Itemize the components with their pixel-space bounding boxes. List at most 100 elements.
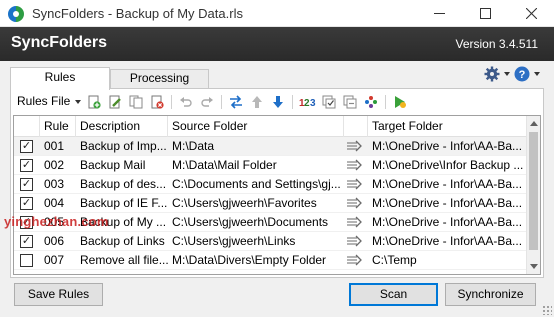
rules-file-label: Rules File: [17, 94, 71, 108]
rule-enabled-checkbox[interactable]: ✓: [20, 197, 33, 210]
gear-icon: [484, 66, 500, 82]
target-folder-cell: C:\Temp: [372, 253, 417, 267]
rule-enabled-checkbox[interactable]: ✓: [20, 140, 33, 153]
rule-number-cell: 007: [44, 253, 65, 267]
syncfolders-app-icon: [8, 6, 24, 22]
table-row[interactable]: ✓ 002 Backup Mail M:\Data\Mail Folder M:\One…: [14, 156, 526, 175]
column-header-check[interactable]: [14, 116, 40, 137]
select-icon[interactable]: [343, 95, 357, 109]
help-menu-button[interactable]: ?: [512, 66, 542, 82]
add-rule-icon[interactable]: [87, 95, 101, 109]
column-header-direction[interactable]: [344, 116, 368, 137]
sync-direction-arrow-icon: [347, 235, 362, 247]
resize-grip[interactable]: [542, 305, 552, 315]
rule-enabled-checkbox[interactable]: ✓: [20, 178, 33, 191]
watermark-text: yinghezhan.com: [4, 214, 109, 229]
sync-direction-arrow-icon: [347, 159, 362, 171]
window-titlebar: SyncFolders - Backup of My Data.rls: [0, 0, 554, 27]
description-cell: Backup of des...: [80, 177, 167, 191]
table-row[interactable]: 007 Remove all file... M:\Data\Divers\Empt…: [14, 251, 526, 270]
table-row[interactable]: ✓ 006 Backup of Links C:\Users\gjweerh\Link…: [14, 232, 526, 251]
rules-panel: Rules File 1 2 3 Rule Description Source…: [10, 88, 544, 278]
column-header-source[interactable]: Source Folder: [168, 116, 344, 137]
source-folder-cell: C:\Users\gjweerh\Favorites: [172, 196, 317, 210]
undo-icon[interactable]: [179, 95, 193, 109]
scroll-up-icon[interactable]: [530, 121, 538, 126]
column-header-description[interactable]: Description: [76, 116, 168, 137]
chevron-down-icon: [75, 100, 81, 104]
minimize-icon: [433, 13, 445, 14]
rule-enabled-checkbox[interactable]: [20, 254, 33, 267]
target-folder-cell: M:\OneDrive - Infor\AA-Ba...: [372, 177, 523, 191]
rules-toolbar: Rules File 1 2 3: [11, 89, 543, 115]
chevron-down-icon: [534, 72, 540, 76]
edit-rule-icon[interactable]: [108, 95, 122, 109]
rule-number-cell: 004: [44, 196, 65, 210]
maximize-button[interactable]: [462, 0, 508, 27]
minimize-button[interactable]: [416, 0, 462, 27]
scroll-down-icon[interactable]: [530, 264, 538, 269]
target-folder-cell: M:\OneDrive - Infor\AA-Ba...: [372, 139, 523, 153]
target-folder-cell: M:\OneDrive\Infor Backup ...: [372, 158, 524, 172]
run-rule-icon[interactable]: [393, 95, 407, 109]
source-folder-cell: M:\Data: [172, 139, 215, 153]
move-down-icon[interactable]: [271, 95, 285, 109]
vertical-scrollbar[interactable]: [526, 116, 540, 274]
close-button[interactable]: [508, 0, 554, 27]
description-cell: Backup of Imp...: [80, 139, 167, 153]
target-folder-cell: M:\OneDrive - Infor\AA-Ba...: [372, 234, 523, 248]
rule-number-cell: 006: [44, 234, 65, 248]
swap-direction-icon[interactable]: [229, 95, 243, 109]
source-folder-cell: M:\Data\Mail Folder: [172, 158, 277, 172]
table-row[interactable]: ✓ 003 Backup of des... C:\Documents and Set…: [14, 175, 526, 194]
rule-number-cell: 003: [44, 177, 65, 191]
scan-button[interactable]: Scan: [349, 283, 438, 306]
rules-file-menu[interactable]: Rules File: [17, 94, 81, 108]
help-icon: ?: [514, 66, 530, 82]
save-rules-button[interactable]: Save Rules: [14, 283, 103, 306]
toolbar-divider: [171, 95, 172, 109]
chevron-down-icon: [504, 72, 510, 76]
scrollbar-thumb[interactable]: [529, 132, 538, 250]
description-cell: Backup of Links: [80, 234, 165, 248]
table-row[interactable]: ✓ 001 Backup of Imp... M:\Data M:\OneDrive -…: [14, 137, 526, 156]
table-header: Rule Description Source Folder Target Fo…: [14, 116, 526, 137]
maximize-icon: [479, 8, 491, 19]
color-icon[interactable]: [364, 95, 378, 109]
check-all-icon[interactable]: [322, 95, 336, 109]
renumber-icon[interactable]: 1 2 3: [299, 95, 317, 109]
sync-direction-arrow-icon: [347, 197, 362, 209]
toolbar-divider: [385, 95, 386, 109]
sync-direction-arrow-icon: [347, 254, 362, 266]
column-header-target[interactable]: Target Folder: [368, 116, 526, 137]
rule-number-cell: 002: [44, 158, 65, 172]
rule-enabled-checkbox[interactable]: ✓: [20, 235, 33, 248]
sync-direction-arrow-icon: [347, 140, 362, 152]
column-header-rule[interactable]: Rule: [40, 116, 76, 137]
copy-rule-icon[interactable]: [129, 95, 143, 109]
version-label: Version 3.4.511: [455, 37, 538, 51]
rules-table[interactable]: Rule Description Source Folder Target Fo…: [13, 115, 541, 275]
rule-enabled-checkbox[interactable]: ✓: [20, 159, 33, 172]
target-folder-cell: M:\OneDrive - Infor\AA-Ba...: [372, 196, 523, 210]
source-folder-cell: M:\Data\Divers\Empty Folder: [172, 253, 327, 267]
svg-text:3: 3: [310, 98, 316, 109]
move-up-icon[interactable]: [250, 95, 264, 109]
sync-direction-arrow-icon: [347, 216, 362, 228]
source-folder-cell: C:\Documents and Settings\gj...: [172, 177, 341, 191]
window-title: SyncFolders - Backup of My Data.rls: [32, 6, 243, 21]
tab-processing[interactable]: Processing: [110, 69, 209, 88]
toolbar-divider: [292, 95, 293, 109]
settings-menu-button[interactable]: [482, 66, 512, 82]
delete-rule-icon[interactable]: [150, 95, 164, 109]
sync-direction-arrow-icon: [347, 178, 362, 190]
synchronize-button[interactable]: Synchronize: [445, 283, 536, 306]
description-cell: Remove all file...: [80, 253, 168, 267]
redo-icon[interactable]: [200, 95, 214, 109]
app-name: SyncFolders: [11, 34, 108, 51]
table-row[interactable]: ✓ 004 Backup of IE F... C:\Users\gjweerh\Fa…: [14, 194, 526, 213]
tab-rules[interactable]: Rules: [10, 67, 110, 90]
svg-text:?: ?: [519, 69, 526, 81]
app-header: SyncFolders Version 3.4.511: [0, 27, 554, 61]
source-folder-cell: C:\Users\gjweerh\Documents: [172, 215, 329, 229]
